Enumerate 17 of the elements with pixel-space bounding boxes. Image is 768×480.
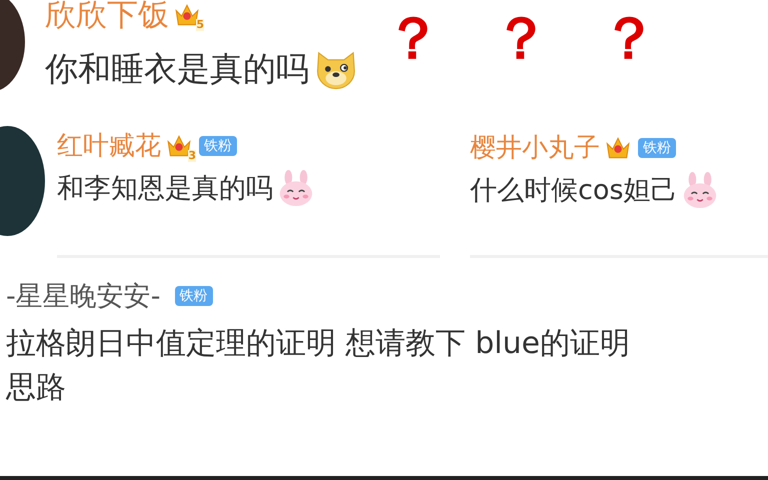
- fan-badge: 铁粉: [174, 286, 212, 306]
- question-mark: ？: [492, 5, 550, 73]
- user-name[interactable]: 樱井小丸子: [470, 130, 600, 165]
- user-name[interactable]: 红叶臧花: [57, 128, 161, 163]
- question-mark: ？: [384, 5, 442, 73]
- comment-text: 拉格朗日中值定理的证明 想请教下 blue的证明思路: [6, 325, 631, 407]
- level-number: 3: [188, 150, 196, 162]
- bunny-face-icon: [277, 169, 315, 207]
- user-name[interactable]: 欣欣下饭: [45, 0, 169, 36]
- question-mark: ？: [600, 5, 658, 73]
- fan-badge: 铁粉: [638, 138, 676, 158]
- user-name[interactable]: -星星晚安安-: [6, 278, 160, 314]
- comment-text: 和李知恩是真的吗: [57, 172, 273, 206]
- fan-badge: 铁粉: [199, 136, 237, 156]
- comment-text: 你和睡衣是真的吗: [45, 48, 309, 90]
- level-number: 5: [196, 19, 204, 31]
- comment-text: 什么时候cos妲己: [470, 174, 678, 208]
